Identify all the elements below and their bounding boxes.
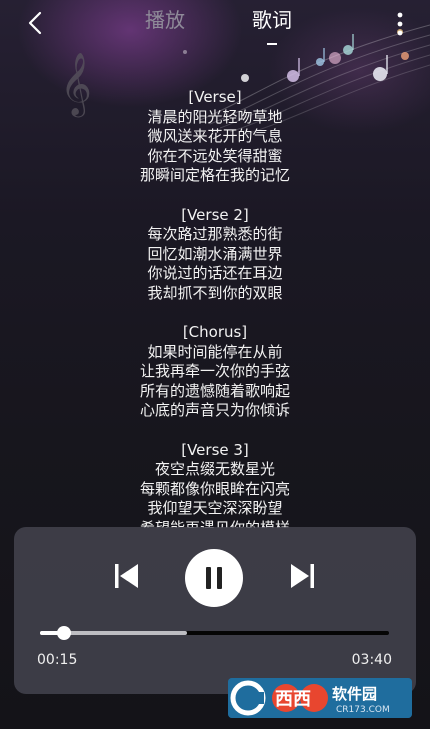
lyrics-section: [Chorus] 如果时间能停在从前 让我再牵一次你的手弦 所有的遗憾随着歌响起 心底的… (0, 323, 430, 421)
next-button[interactable] (289, 562, 315, 590)
lyric-line: 我却抓不到你的双眼 (147, 283, 283, 302)
lyric-line: 那瞬间定格在我的记忆 (139, 166, 290, 184)
lyric-line: 如果时间能停在从前 (147, 342, 283, 361)
lyrics-view[interactable]: [Verse] 清晨的阳光轻吻草地 微风送来花开的气息 你在不远处笑得甜蜜 那瞬间定格在… (0, 88, 430, 528)
progress-bar[interactable] (40, 626, 389, 640)
lyric-line: 你在不远处笑得甜蜜 (147, 146, 283, 165)
lyric-line: 让我再牵一次你的手弦 (139, 362, 290, 380)
skip-next-icon (291, 564, 314, 588)
more-button[interactable] (388, 8, 412, 40)
current-time: 00:15 (37, 652, 78, 668)
lyrics-section-tag: [Verse] (188, 88, 242, 106)
lyrics-list: [Verse] 清晨的阳光轻吻草地 微风送来花开的气息 你在不远处笑得甜蜜 那瞬间定格在… (0, 88, 430, 528)
svg-text:软件园: 软件园 (332, 685, 377, 703)
active-tab-indicator (267, 43, 277, 45)
lyrics-section-tag: [Verse 2] (181, 205, 249, 224)
lyrics-section: [Verse 2] 每次路过那熟悉的街 回忆如潮水涌满世界 你说过的话还在耳边 我却抓不… (0, 206, 430, 304)
progress-thumb[interactable] (57, 626, 72, 640)
lyric-line: 你说过的话还在耳边 (147, 264, 283, 282)
lyrics-section: [Verse 3] 夜空点缀无数星光 每颗都像你眼眸在闪亮 我仰望天空深深盼望 希望能再… (0, 441, 430, 529)
lyrics-section-tag: [Verse 3] (181, 440, 249, 459)
lyric-line: 夜空点缀无数星光 (154, 460, 275, 478)
lyric-line: 所有的遗憾随着歌响起 (139, 381, 290, 400)
lyric-line: 每颗都像你眼眸在闪亮 (139, 479, 290, 498)
lyric-line: 微风送来花开的气息 (147, 127, 283, 145)
previous-button[interactable] (114, 562, 140, 590)
player-panel: 00:15 03:40 (14, 527, 416, 694)
tab-play[interactable]: 播放 (145, 8, 185, 38)
lyrics-section-tag: [Chorus] (182, 323, 248, 341)
total-time: 03:40 (351, 652, 392, 668)
lyric-line: 心底的声音只为你倾诉 (139, 401, 290, 419)
back-button[interactable] (22, 8, 48, 38)
lyric-line: 回忆如潮水涌满世界 (147, 244, 283, 263)
svg-text:西西: 西西 (275, 689, 311, 710)
skip-previous-icon (115, 564, 138, 588)
pause-icon (203, 567, 225, 589)
lyric-line: 清晨的阳光轻吻草地 (147, 107, 283, 126)
tab-lyrics[interactable]: 歌词 (252, 8, 292, 38)
lyric-line: 每次路过那熟悉的街 (147, 225, 283, 243)
lyric-line: 我仰望天空深深盼望 (147, 499, 283, 517)
watermark-logo-graphic: 西西 软件园 CR173.COM (228, 678, 412, 718)
pause-button[interactable] (185, 549, 243, 607)
chevron-left-icon (28, 11, 42, 35)
more-vertical-icon (397, 12, 403, 36)
watermark-logo: 西西 软件园 CR173.COM (228, 678, 412, 718)
lyrics-section: [Verse] 清晨的阳光轻吻草地 微风送来花开的气息 你在不远处笑得甜蜜 那瞬间定格在… (0, 88, 430, 186)
svg-text:CR173.COM: CR173.COM (336, 705, 390, 715)
